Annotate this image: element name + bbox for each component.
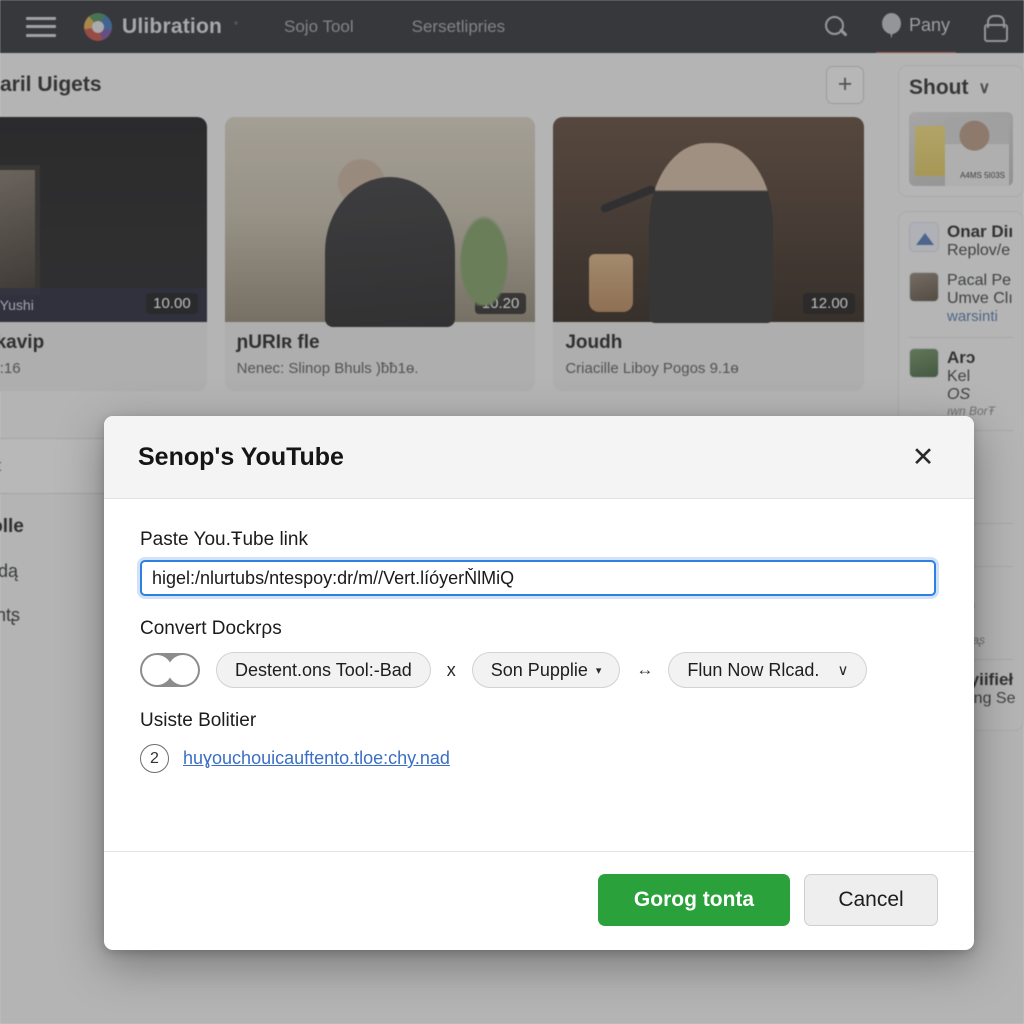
cancel-button[interactable]: Cancel (804, 874, 938, 926)
output-section-label: Usiste Bolitier (140, 710, 257, 731)
dialog-title: Senop's YouTube (138, 442, 344, 471)
confirm-button[interactable]: Gorog tonta (598, 874, 790, 926)
convert-controls-row: Destent.ons Tool:-Bad x Son Pupplie ▾ ↔ … (140, 652, 938, 688)
screen-root: Ulibration ° Sojo Tool Sersetlipries Pan… (0, 0, 1024, 1024)
output-index-badge: 2 (140, 744, 169, 773)
separator-label: x (446, 659, 456, 680)
mode-chip[interactable]: Flun Now Rlcad. ∨ (668, 652, 868, 688)
convert-toggle[interactable] (140, 653, 200, 687)
quality-chip-label: Son Pupplie (490, 659, 588, 680)
quality-chip[interactable]: Son Pupplie ▾ (471, 652, 621, 688)
output-row: 2 huɣouchouicauftento.tloe:chy.nad (140, 744, 938, 773)
chevron-down-icon: ∨ (837, 662, 849, 679)
toggle-knob-right (168, 655, 198, 685)
close-icon[interactable]: ✕ (906, 440, 940, 474)
youtube-import-dialog: Senop's YouTube ✕ Paste You.Ŧube link Co… (104, 416, 974, 950)
swap-horizontal-icon[interactable]: ↔ (636, 660, 653, 680)
chevron-down-icon: ▾ (595, 664, 602, 677)
dialog-header: Senop's YouTube ✕ (104, 416, 974, 499)
youtube-link-input[interactable] (140, 560, 936, 596)
dialog-body: Paste You.Ŧube link Convert Dockrρs Dest… (104, 499, 974, 851)
dialog-footer: Gorog tonta Cancel (104, 851, 974, 950)
format-chip[interactable]: Destent.ons Tool:-Bad (216, 652, 431, 688)
mode-chip-label: Flun Now Rlcad. (687, 659, 820, 680)
format-chip-label: Destent.ons Tool:-Bad (235, 659, 412, 680)
convert-section-label: Convert Dockrρs (140, 618, 282, 639)
link-field-label: Paste You.Ŧube link (140, 529, 308, 550)
output-link[interactable]: huɣouchouicauftento.tloe:chy.nad (183, 748, 450, 769)
